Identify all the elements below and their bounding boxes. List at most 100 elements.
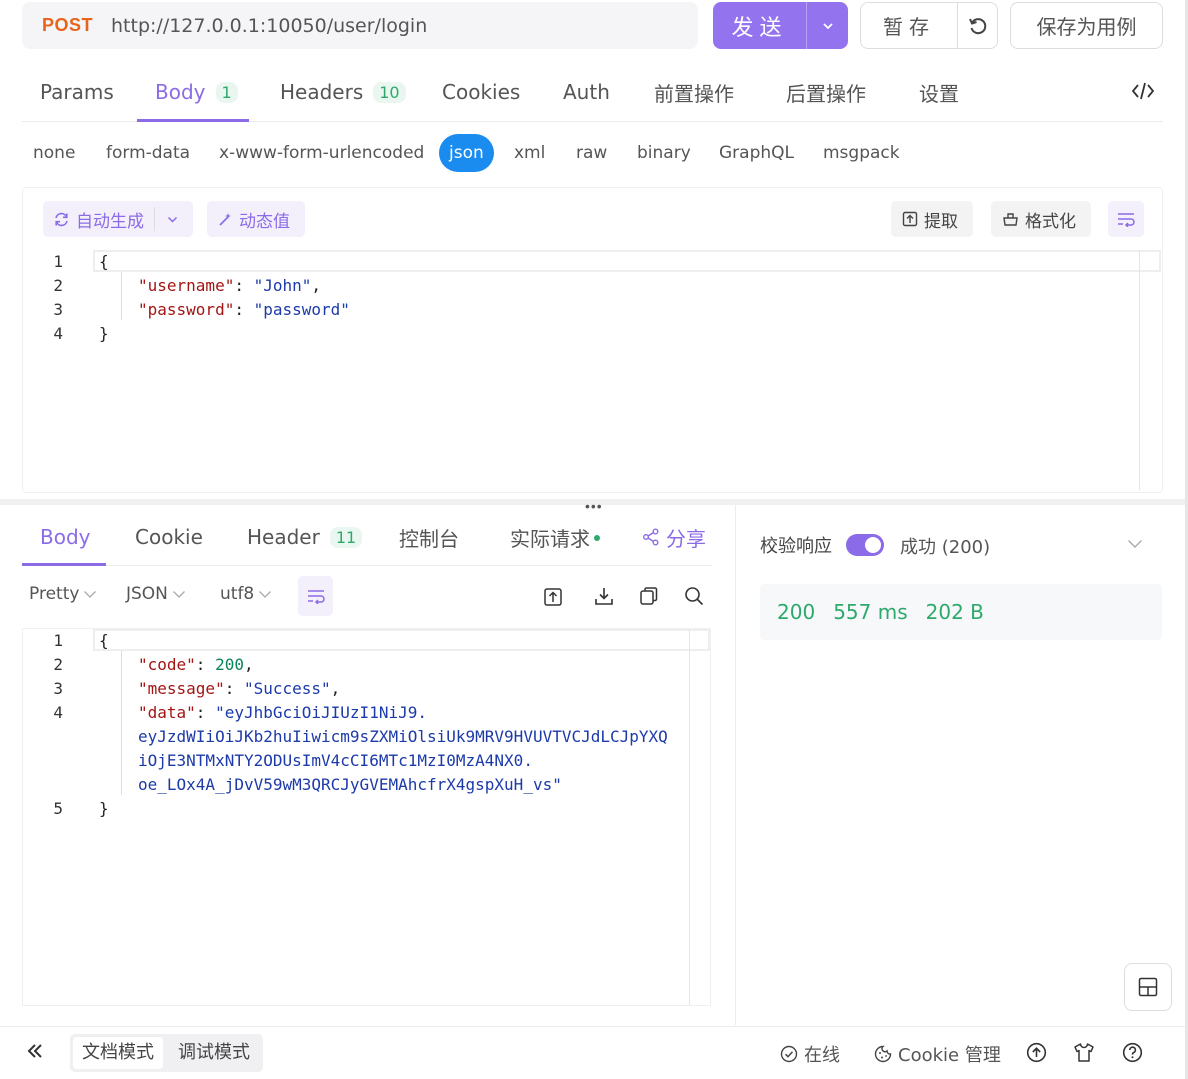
code-line-wrapped: iOjE3NTMxNTY2ODUsImV4cCI6MTc1MzI0MzA4NX0… xyxy=(138,751,533,770)
expected-status-select[interactable]: 成功 (200) xyxy=(900,533,990,559)
theme-button[interactable] xyxy=(1073,1042,1095,1068)
format-button[interactable]: 格式化 xyxy=(991,201,1091,237)
request-body-editor[interactable]: 1 2 3 4 { "username": "John", "password"… xyxy=(23,250,1162,490)
response-metrics: 200 557 ms 202 B xyxy=(760,584,1162,640)
line-number: 1 xyxy=(53,631,63,650)
body-type-xml[interactable]: xml xyxy=(514,134,545,172)
current-line-highlight xyxy=(93,250,1161,272)
body-type-none[interactable]: none xyxy=(33,134,75,172)
line-number: 1 xyxy=(53,252,63,271)
body-type-form-data[interactable]: form-data xyxy=(106,134,190,172)
auto-generate-button[interactable]: 自动生成 xyxy=(43,201,193,237)
tab-headers[interactable]: Headers 10 xyxy=(280,62,406,122)
line-number: 4 xyxy=(53,324,63,343)
indent-guide xyxy=(121,272,122,320)
layout-icon xyxy=(1138,977,1158,997)
share-button[interactable]: 分享 xyxy=(642,508,706,566)
send-button[interactable]: 发送 xyxy=(713,10,806,42)
tab-settings[interactable]: 设置 xyxy=(919,62,959,122)
body-type-selector: none form-data x-www-form-urlencoded jso… xyxy=(22,134,1163,178)
body-type-json[interactable]: json xyxy=(439,134,494,172)
debug-mode-button[interactable]: 调试模式 xyxy=(169,1037,259,1069)
code-line: "message": "Success", xyxy=(138,679,341,698)
upload-button[interactable] xyxy=(1026,1042,1047,1068)
body-type-raw[interactable]: raw xyxy=(576,134,607,172)
line-number: 2 xyxy=(53,276,63,295)
copy-button[interactable] xyxy=(639,586,659,611)
chevron-down-icon xyxy=(822,22,833,29)
code-view-button[interactable] xyxy=(1131,80,1155,107)
shirt-icon xyxy=(1074,1043,1094,1062)
url-bar[interactable]: POST http://127.0.0.1:10050/user/login xyxy=(22,2,698,49)
save-as-case-button[interactable]: 保存为用例 xyxy=(1010,2,1163,49)
status-code: 200 xyxy=(777,600,816,624)
online-status[interactable]: 在线 xyxy=(780,1041,840,1067)
response-body-viewer[interactable]: 1 2 3 4 5 { "code": 200, "message": "Suc… xyxy=(22,628,711,1006)
body-type-urlencoded[interactable]: x-www-form-urlencoded xyxy=(219,134,424,172)
refresh-icon xyxy=(55,212,68,226)
status-dropdown-button[interactable] xyxy=(1127,536,1143,554)
tab-cookies[interactable]: Cookies xyxy=(442,62,520,122)
copy-icon xyxy=(640,587,658,605)
response-tab-actual-request[interactable]: 实际请求 xyxy=(510,508,600,566)
format-select[interactable]: JSON xyxy=(126,584,186,604)
share-icon xyxy=(643,528,659,546)
tab-auth[interactable]: Auth xyxy=(563,62,610,122)
encoding-select[interactable]: utf8 xyxy=(220,584,272,604)
url-input[interactable]: http://127.0.0.1:10050/user/login xyxy=(111,15,427,37)
doc-mode-button[interactable]: 文档模式 xyxy=(73,1037,163,1069)
magic-wand-icon xyxy=(219,212,231,226)
upload-icon xyxy=(544,588,562,606)
current-line-highlight xyxy=(93,629,710,651)
response-tab-cookie[interactable]: Cookie xyxy=(135,508,203,566)
validate-toggle[interactable] xyxy=(846,534,884,556)
editor-ruler xyxy=(1139,250,1140,490)
cookie-manager-button[interactable]: Cookie 管理 xyxy=(874,1041,1001,1067)
headers-count-badge: 10 xyxy=(373,81,406,103)
send-button-group[interactable]: 发送 xyxy=(713,2,848,49)
help-button[interactable] xyxy=(1122,1042,1143,1068)
chevron-down-icon xyxy=(172,590,185,598)
export-button[interactable] xyxy=(543,587,563,612)
extract-button[interactable]: 提取 xyxy=(891,201,973,237)
code-icon xyxy=(1131,82,1155,100)
extract-icon xyxy=(902,211,918,227)
request-tabs: Params Body 1 Headers 10 Cookies Auth 前置操作… xyxy=(22,62,1163,122)
word-wrap-button[interactable] xyxy=(1108,201,1144,237)
tab-body[interactable]: Body 1 xyxy=(155,62,238,122)
response-wrap-button[interactable] xyxy=(298,576,333,616)
undo-icon xyxy=(968,17,986,34)
body-type-msgpack[interactable]: msgpack xyxy=(823,134,900,172)
search-button[interactable] xyxy=(684,586,704,611)
collapse-sidebar-button[interactable] xyxy=(25,1041,45,1066)
download-icon xyxy=(595,588,613,605)
pane-divider xyxy=(735,505,736,1025)
body-type-graphql[interactable]: GraphQL xyxy=(719,134,794,172)
method-select[interactable]: POST xyxy=(42,15,93,36)
save-draft-button[interactable]: 暂存 xyxy=(861,11,957,40)
chevron-down-icon xyxy=(84,590,97,598)
code-line: } xyxy=(99,324,109,343)
code-line-wrapped: eyJzdWIiOiJKb2huIiwicm9sZXMiOlsiUk9MRV9H… xyxy=(138,727,668,746)
reset-button[interactable] xyxy=(958,15,997,37)
tab-post-processors[interactable]: 后置操作 xyxy=(786,62,866,122)
code-line: "username": "John", xyxy=(138,276,322,295)
code-line: } xyxy=(99,799,109,818)
response-tab-header[interactable]: Header 11 xyxy=(247,508,363,566)
download-button[interactable] xyxy=(594,586,614,611)
dynamic-value-button[interactable]: 动态值 xyxy=(207,201,305,237)
help-circle-icon xyxy=(1122,1042,1143,1063)
tab-params[interactable]: Params xyxy=(40,62,114,122)
mode-switcher: 文档模式 调试模式 xyxy=(70,1034,263,1072)
response-tab-body[interactable]: Body xyxy=(40,508,91,566)
layout-toggle-button[interactable] xyxy=(1124,963,1172,1011)
chevron-down-icon xyxy=(1128,540,1142,548)
response-size: 202 B xyxy=(925,600,984,624)
line-number: 4 xyxy=(53,703,63,722)
send-dropdown-button[interactable] xyxy=(807,22,848,30)
view-mode-select[interactable]: Pretty xyxy=(29,584,97,604)
code-line-wrapped: oe_LOx4A_jDvV59wM3QRCJyGVEMAhcfrX4gspXuH… xyxy=(138,775,562,794)
tab-pre-processors[interactable]: 前置操作 xyxy=(654,62,734,122)
response-tab-console[interactable]: 控制台 xyxy=(399,508,459,566)
body-type-binary[interactable]: binary xyxy=(637,134,691,172)
